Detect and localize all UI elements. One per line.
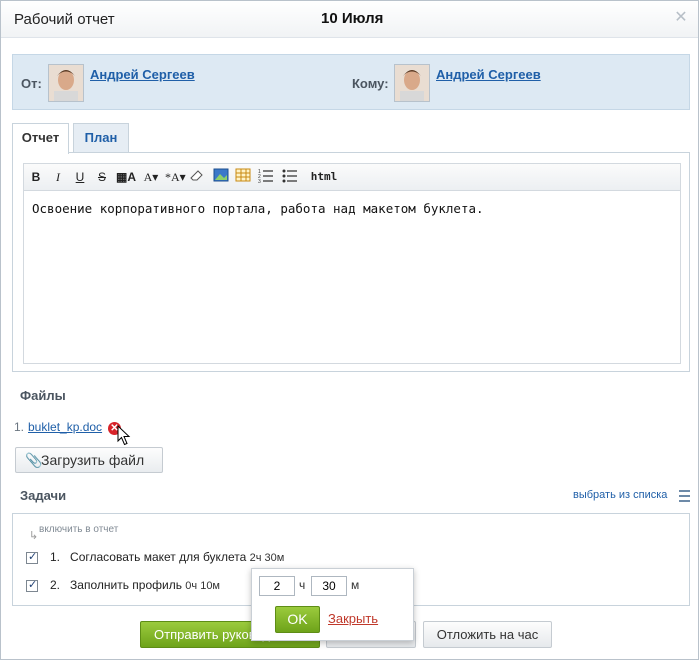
- participants-bar: От: Андрей Сергеев Кому: Андрей Сергеев: [12, 54, 690, 110]
- image-icon[interactable]: [211, 168, 231, 186]
- corner-arrow-icon: ↳: [29, 530, 39, 542]
- task-checkbox[interactable]: [26, 578, 38, 592]
- italic-icon[interactable]: I: [48, 168, 68, 186]
- html-mode-button[interactable]: html: [309, 168, 339, 186]
- editor-toolbar: B I U S ▦A A▾ *A▾ 123 html: [23, 163, 681, 191]
- table-icon[interactable]: [233, 168, 253, 186]
- strikethrough-icon[interactable]: S: [92, 168, 112, 186]
- minutes-input[interactable]: 30: [311, 576, 347, 596]
- minutes-unit: м: [351, 578, 360, 592]
- mouse-cursor-icon: [117, 425, 131, 446]
- color-icon[interactable]: ▦A: [116, 168, 136, 186]
- task-number: 1.: [50, 550, 61, 564]
- to-label: Кому:: [352, 76, 389, 91]
- paperclip-icon: 📎: [25, 452, 43, 468]
- underline-icon[interactable]: U: [70, 168, 90, 186]
- time-edit-popup: 2 ч 30 м OK Закрыть: [251, 568, 414, 641]
- report-dialog: Рабочий отчет 10 Июля ✕ От: Андрей Серге…: [0, 0, 699, 660]
- dialog-title: Рабочий отчет: [14, 11, 115, 28]
- to-user-link[interactable]: Андрей Сергеев: [436, 67, 541, 82]
- task-time: 2ч 30м: [249, 552, 285, 564]
- task-number: 2.: [50, 578, 61, 592]
- bold-icon[interactable]: B: [26, 168, 46, 186]
- tasks-section-title: Задачи: [20, 488, 67, 503]
- font-size-icon[interactable]: A▾: [141, 168, 161, 186]
- dialog-header: Рабочий отчет 10 Июля ✕: [1, 1, 698, 38]
- user-photo-icon: [395, 65, 429, 101]
- avatar: [48, 64, 84, 102]
- tab-report[interactable]: Отчет: [12, 123, 69, 154]
- from-label: От:: [21, 76, 42, 91]
- task-checkbox[interactable]: [26, 550, 38, 564]
- hours-input[interactable]: 2: [259, 576, 295, 596]
- menu-icon[interactable]: [679, 490, 690, 505]
- upload-file-button[interactable]: 📎 Загрузить файл: [15, 447, 163, 473]
- close-icon[interactable]: ✕: [673, 10, 689, 26]
- postpone-hour-button[interactable]: Отложить на час: [423, 621, 552, 648]
- ok-button[interactable]: OK: [275, 606, 320, 633]
- task-item[interactable]: 1. Согласовать макет для буклета 2ч 30м: [50, 550, 284, 564]
- pick-from-list-link[interactable]: выбрать из списка: [573, 489, 667, 501]
- from-user-link[interactable]: Андрей Сергеев: [90, 67, 195, 82]
- report-editor[interactable]: Освоение корпоративного портала, работа …: [23, 191, 681, 364]
- report-date: 10 Июля: [321, 10, 384, 27]
- file-link[interactable]: buklet_kp.doc: [28, 420, 102, 434]
- user-photo-icon: [49, 65, 83, 101]
- tab-plan[interactable]: План: [73, 123, 129, 153]
- avatar: [394, 64, 430, 102]
- files-section-title: Файлы: [20, 388, 66, 403]
- svg-text:3: 3: [258, 179, 261, 184]
- upload-file-label: Загрузить файл: [41, 452, 145, 468]
- task-item[interactable]: 2. Заполнить профиль 0ч 10м: [50, 578, 220, 592]
- bulleted-list-icon[interactable]: [280, 168, 300, 186]
- task-title: Заполнить профиль: [70, 578, 182, 592]
- task-time: 0ч 10м: [185, 580, 220, 592]
- include-in-report-hint: включить в отчет: [39, 524, 119, 535]
- numbered-list-icon[interactable]: 123: [256, 168, 276, 186]
- task-title: Согласовать макет для буклета: [70, 550, 247, 564]
- eraser-icon[interactable]: [187, 168, 207, 186]
- close-popup-link[interactable]: Закрыть: [328, 611, 378, 626]
- file-number: 1.: [14, 420, 25, 434]
- report-panel: B I U S ▦A A▾ *A▾ 123 html Освоение корп…: [12, 152, 690, 372]
- font-style-icon[interactable]: *A▾: [165, 168, 186, 186]
- editor-text: Освоение корпоративного портала, работа …: [32, 201, 484, 216]
- hours-unit: ч: [299, 578, 306, 592]
